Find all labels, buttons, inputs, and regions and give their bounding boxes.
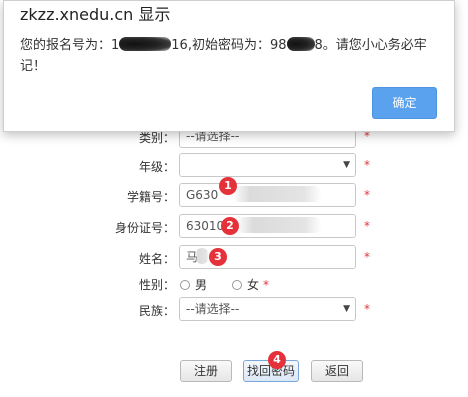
dialog-message: 您的报名号为：1 16,初始密码为：98 8。请您小心务必牢 记！ xyxy=(20,35,440,77)
gender-male-label[interactable]: 男 xyxy=(195,276,207,294)
ok-button[interactable]: 确定 xyxy=(372,87,437,119)
id-number-row: 身份证号： 63010 2 * xyxy=(0,214,468,242)
step-badge-2: 2 xyxy=(221,217,239,235)
message-prefix: 您的报名号为：1 xyxy=(20,38,120,53)
required-mark: * xyxy=(364,302,370,316)
step-badge-1: 1 xyxy=(219,177,237,195)
grade-row: 年级： ▼ * xyxy=(0,153,468,181)
chevron-down-icon: ▼ xyxy=(343,160,350,170)
register-button[interactable]: 注册 xyxy=(180,360,232,382)
message-mid: 16,初始密码为：98 xyxy=(171,38,287,53)
gender-male-radio[interactable] xyxy=(180,280,190,290)
chevron-down-icon: ▼ xyxy=(343,304,350,314)
grade-label: 年级： xyxy=(138,160,175,174)
redaction-blur xyxy=(232,186,322,202)
back-button[interactable]: 返回 xyxy=(311,360,363,382)
step-badge-3: 3 xyxy=(209,248,227,266)
required-mark: * xyxy=(364,188,370,202)
ethnicity-row: 民族： --请选择-- ▼ * xyxy=(0,297,468,325)
id-number-label: 身份证号： xyxy=(114,221,175,235)
ethnicity-select[interactable]: --请选择-- ▼ xyxy=(179,297,356,321)
gender-female-label[interactable]: 女 xyxy=(247,276,259,294)
redaction-scribble xyxy=(119,37,172,51)
gender-label: 性别： xyxy=(138,278,175,292)
student-id-row: 学籍号： G630 1 * xyxy=(0,177,468,211)
redaction-blur xyxy=(236,217,322,233)
gender-female-radio[interactable] xyxy=(232,280,242,290)
redaction-blur xyxy=(195,248,209,264)
required-mark: * xyxy=(364,158,370,172)
grade-select[interactable]: ▼ xyxy=(179,153,356,177)
required-mark: * xyxy=(364,250,370,264)
required-mark: * xyxy=(263,278,269,292)
message-suffix: 8。请您小心务必牢 xyxy=(314,38,427,53)
alert-dialog: zkzz.xnedu.cn 显示 您的报名号为：1 16,初始密码为：98 8。请您… xyxy=(3,0,455,132)
student-id-value: G630 xyxy=(186,188,219,202)
ethnicity-label: 民族： xyxy=(138,304,175,318)
redaction-scribble xyxy=(286,37,315,51)
gender-row: 性别： 男 女 * xyxy=(0,276,468,296)
dialog-title: zkzz.xnedu.cn 显示 xyxy=(20,5,171,24)
required-mark: * xyxy=(364,219,370,233)
step-badge-4: 4 xyxy=(268,351,286,369)
ethnicity-select-value: --请选择-- xyxy=(186,302,240,316)
name-row: 姓名： 马 3 * xyxy=(0,245,468,273)
message-line2: 记！ xyxy=(20,59,47,74)
name-label: 姓名： xyxy=(138,252,175,266)
student-id-label: 学籍号： xyxy=(126,190,175,204)
id-number-value: 63010 xyxy=(186,219,225,233)
